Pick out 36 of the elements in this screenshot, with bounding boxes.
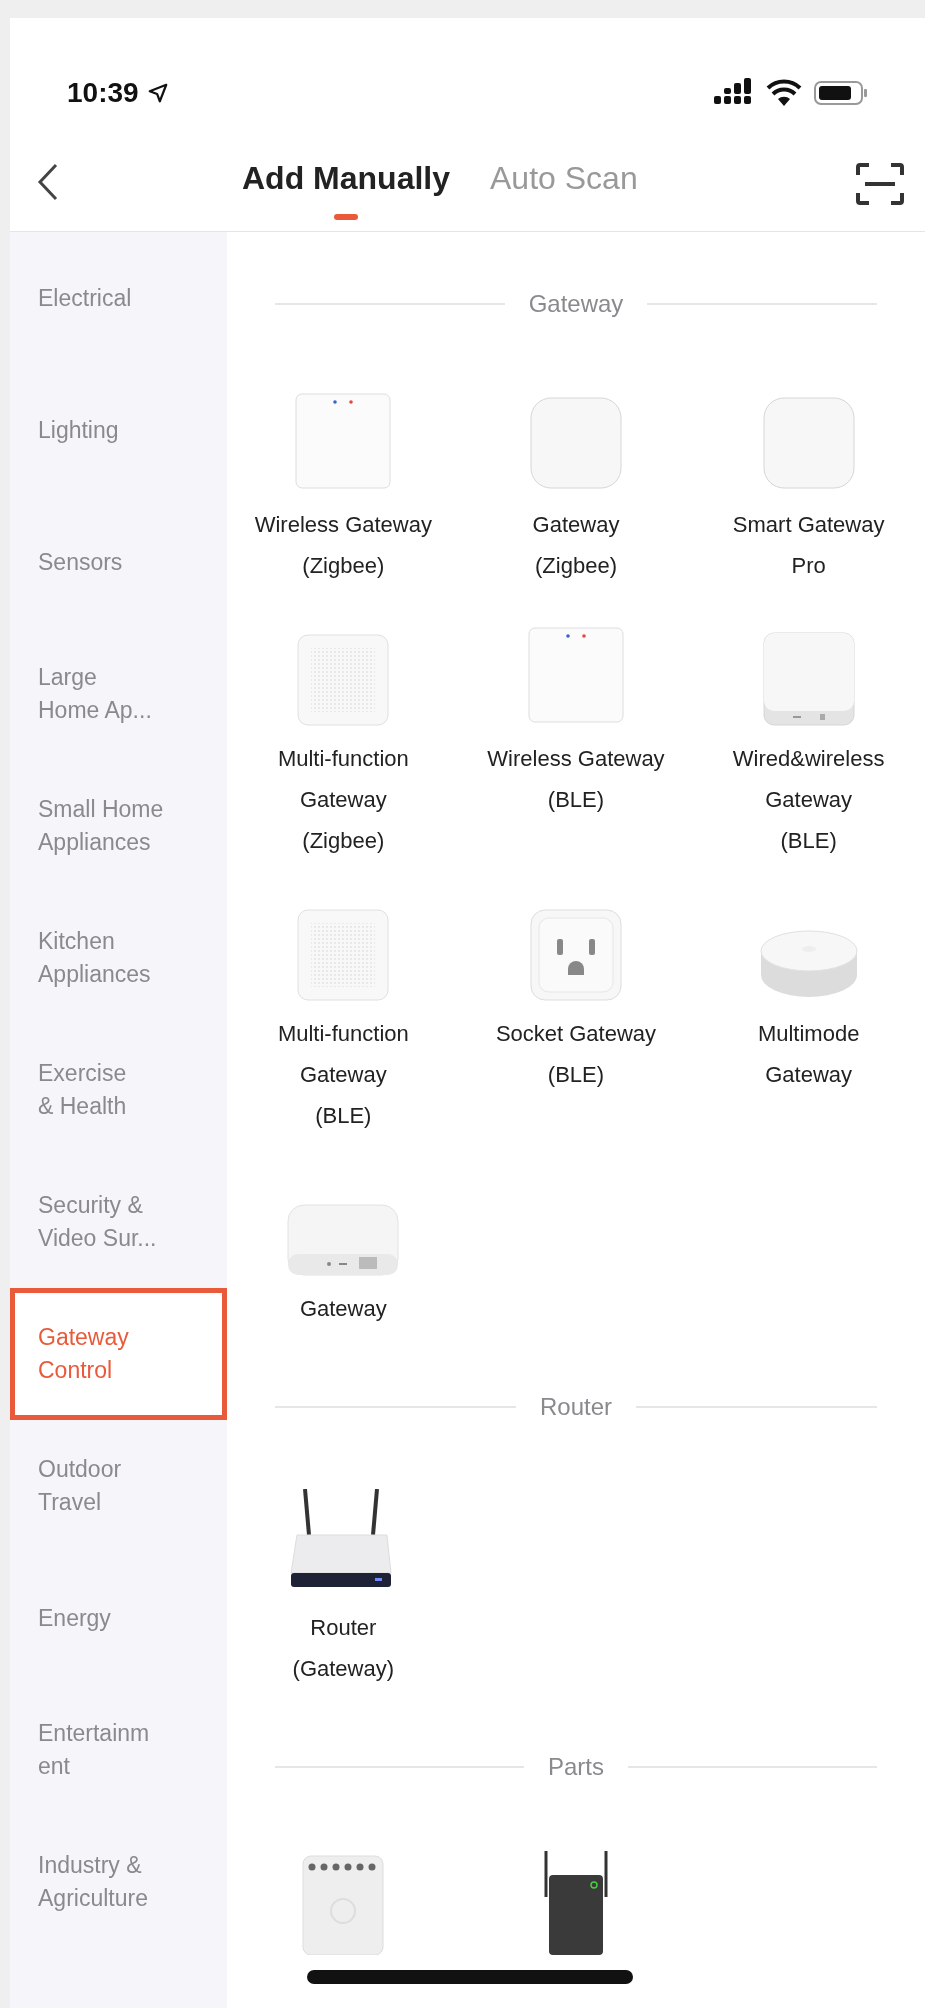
scan-button[interactable] <box>855 162 905 206</box>
category-item[interactable]: Entertainm ent <box>10 1684 227 1816</box>
device-name[interactable]: Wireless Gateway (BLE) <box>487 738 665 820</box>
scan-frame-icon <box>856 163 904 205</box>
category-item[interactable]: Large Home Ap... <box>10 628 227 760</box>
location-arrow-icon <box>146 82 169 104</box>
wifi-icon <box>766 79 802 107</box>
category-item[interactable]: Gateway Control <box>10 1288 227 1420</box>
back-chevron-icon <box>37 162 59 202</box>
device-name[interactable]: Smart Gateway Pro <box>732 504 885 586</box>
category-tab[interactable]: Add Manually <box>242 153 450 220</box>
category-item[interactable]: Security & Video Sur... <box>10 1156 227 1288</box>
battery-icon <box>814 80 868 106</box>
category-item[interactable]: Kitchen Appliances <box>10 892 227 1024</box>
category-item[interactable]: Industry & Agriculture <box>10 1816 227 1948</box>
category-item[interactable]: Electrical <box>10 232 227 364</box>
device-name[interactable]: Socket Gateway (BLE) <box>495 1013 657 1095</box>
device-name[interactable]: Wired&wireless Gateway (BLE) <box>732 738 885 861</box>
section-title: Router <box>540 1392 613 1422</box>
category-item[interactable]: Lighting <box>10 364 227 496</box>
category-item[interactable]: Sensors <box>10 496 227 628</box>
category-item[interactable]: Exercise & Health <box>10 1024 227 1156</box>
device-name[interactable]: Gateway <box>299 1288 387 1329</box>
category-tab[interactable]: Auto Scan <box>490 153 638 220</box>
category-item[interactable]: Outdoor Travel <box>10 1420 227 1552</box>
category-item[interactable]: Energy <box>10 1552 227 1684</box>
device-name[interactable]: Multimode Gateway <box>757 1013 860 1095</box>
device-name[interactable]: Multi-function Gateway (BLE) <box>277 1013 409 1136</box>
status-time: 10:39 <box>67 76 139 110</box>
section-title: Parts <box>548 1752 604 1782</box>
section-title: Gateway <box>528 289 624 319</box>
device-name[interactable]: Wireless Gateway (Zigbee) <box>254 504 432 586</box>
device-name[interactable]: Gateway (Zigbee) <box>532 504 620 586</box>
category-item[interactable]: Small Home Appliances <box>10 760 227 892</box>
device-name[interactable]: Router (Gateway) <box>292 1607 395 1689</box>
device-name[interactable]: Multi-function Gateway (Zigbee) <box>277 738 409 861</box>
